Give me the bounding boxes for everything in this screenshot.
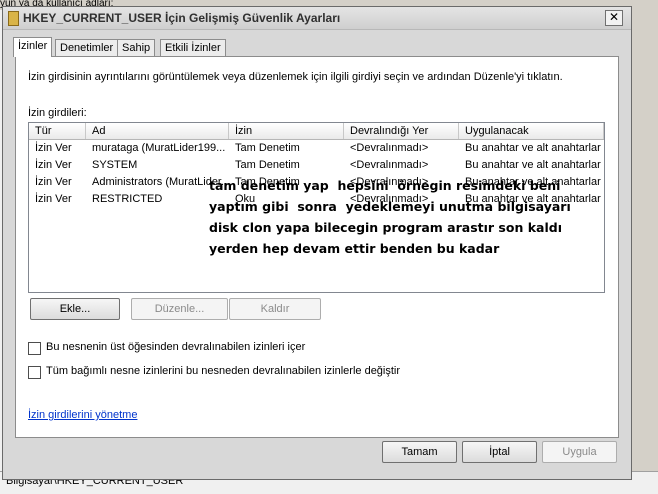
cell-type: İzin Ver: [35, 193, 72, 205]
cell-name: murataga (MuratLider199...: [92, 142, 226, 154]
cell-inherited-from: <Devralınmadı>: [350, 142, 429, 154]
cell-type: İzin Ver: [35, 142, 72, 154]
close-button[interactable]: ✕: [605, 10, 623, 26]
column-header-inherited-from[interactable]: Devralındığı Yer: [344, 123, 459, 139]
permissions-description: İzin girdisinin ayrıntılarını görüntülem…: [28, 71, 563, 83]
manage-permission-entries-link[interactable]: İzin girdilerini yönetme: [28, 409, 137, 421]
apply-button[interactable]: Uygula: [542, 441, 617, 463]
ok-button[interactable]: Tamam: [382, 441, 457, 463]
advanced-security-dialog: HKEY_CURRENT_USER İçin Gelişmiş Güvenlik…: [2, 6, 632, 480]
permission-entries-label: İzin girdileri:: [28, 107, 87, 119]
replace-child-permissions-checkbox[interactable]: [28, 366, 41, 379]
tab-permissions[interactable]: İzinler: [13, 37, 53, 57]
cell-permission: Tam Denetim: [235, 159, 300, 171]
cell-name: SYSTEM: [92, 159, 138, 171]
list-item[interactable]: İzin Ver murataga (MuratLider199... Tam …: [29, 140, 604, 157]
cell-apply-to: Bu anahtar ve alt anahtarlar: [465, 159, 601, 171]
remove-button[interactable]: Kaldır: [229, 298, 321, 320]
column-header-permission[interactable]: İzin: [229, 123, 344, 139]
cancel-button[interactable]: İptal: [462, 441, 537, 463]
tab-owner[interactable]: Sahip: [117, 39, 156, 56]
list-item[interactable]: İzin Ver SYSTEM Tam Denetim <Devralınmad…: [29, 157, 604, 174]
include-inheritable-checkbox[interactable]: [28, 342, 41, 355]
tab-effective-permissions[interactable]: Etkili İzinler: [160, 39, 226, 56]
handwritten-overlay-note: tam denetim yap hepsini örnegin resimdek…: [209, 178, 571, 256]
cell-type: İzin Ver: [35, 176, 72, 188]
cell-apply-to: Bu anahtar ve alt anahtarlar: [465, 142, 601, 154]
cell-inherited-from: <Devralınmadı>: [350, 159, 429, 171]
title-bar[interactable]: HKEY_CURRENT_USER İçin Gelişmiş Güvenlik…: [3, 7, 631, 30]
column-header-apply-to[interactable]: Uygulanacak: [459, 123, 604, 139]
tab-auditing[interactable]: Denetimler: [55, 39, 119, 56]
replace-child-permissions-label: Tüm bağımlı nesne izinlerini bu nesneden…: [46, 365, 401, 377]
edit-button[interactable]: Düzenle...: [131, 298, 228, 320]
folder-icon: [8, 11, 19, 26]
column-header-name[interactable]: Ad: [86, 123, 229, 139]
list-header: Tür Ad İzin Devralındığı Yer Uygulanacak: [29, 123, 604, 140]
add-button[interactable]: Ekle...: [30, 298, 120, 320]
cell-name: RESTRICTED: [92, 193, 163, 205]
cell-name: Administrators (MuratLider...: [92, 176, 228, 188]
include-inheritable-label: Bu nesnenin üst öğesinden devralınabilen…: [46, 341, 306, 353]
cell-permission: Tam Denetim: [235, 142, 300, 154]
window-title: HKEY_CURRENT_USER İçin Gelişmiş Güvenlik…: [23, 11, 341, 25]
column-header-type[interactable]: Tür: [29, 123, 86, 139]
cell-type: İzin Ver: [35, 159, 72, 171]
